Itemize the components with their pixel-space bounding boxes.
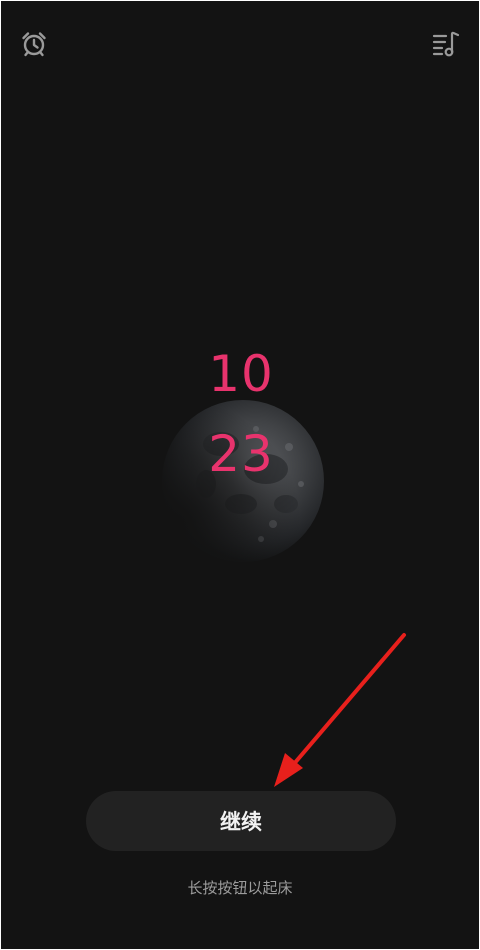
top-bar <box>1 1 479 81</box>
alarm-clock-icon <box>22 32 46 57</box>
long-press-hint: 长按按钮以起床 <box>187 879 293 897</box>
music-playlist-icon <box>432 31 460 57</box>
alarm-button[interactable] <box>14 24 54 64</box>
clock-minute: 23 <box>208 425 274 483</box>
clock-hour: 10 <box>208 345 274 403</box>
continue-button[interactable]: 继续 <box>86 791 396 851</box>
sleep-screen: 10 23 继续 长按按钮以起床 <box>1 1 479 949</box>
music-button[interactable] <box>426 24 466 64</box>
